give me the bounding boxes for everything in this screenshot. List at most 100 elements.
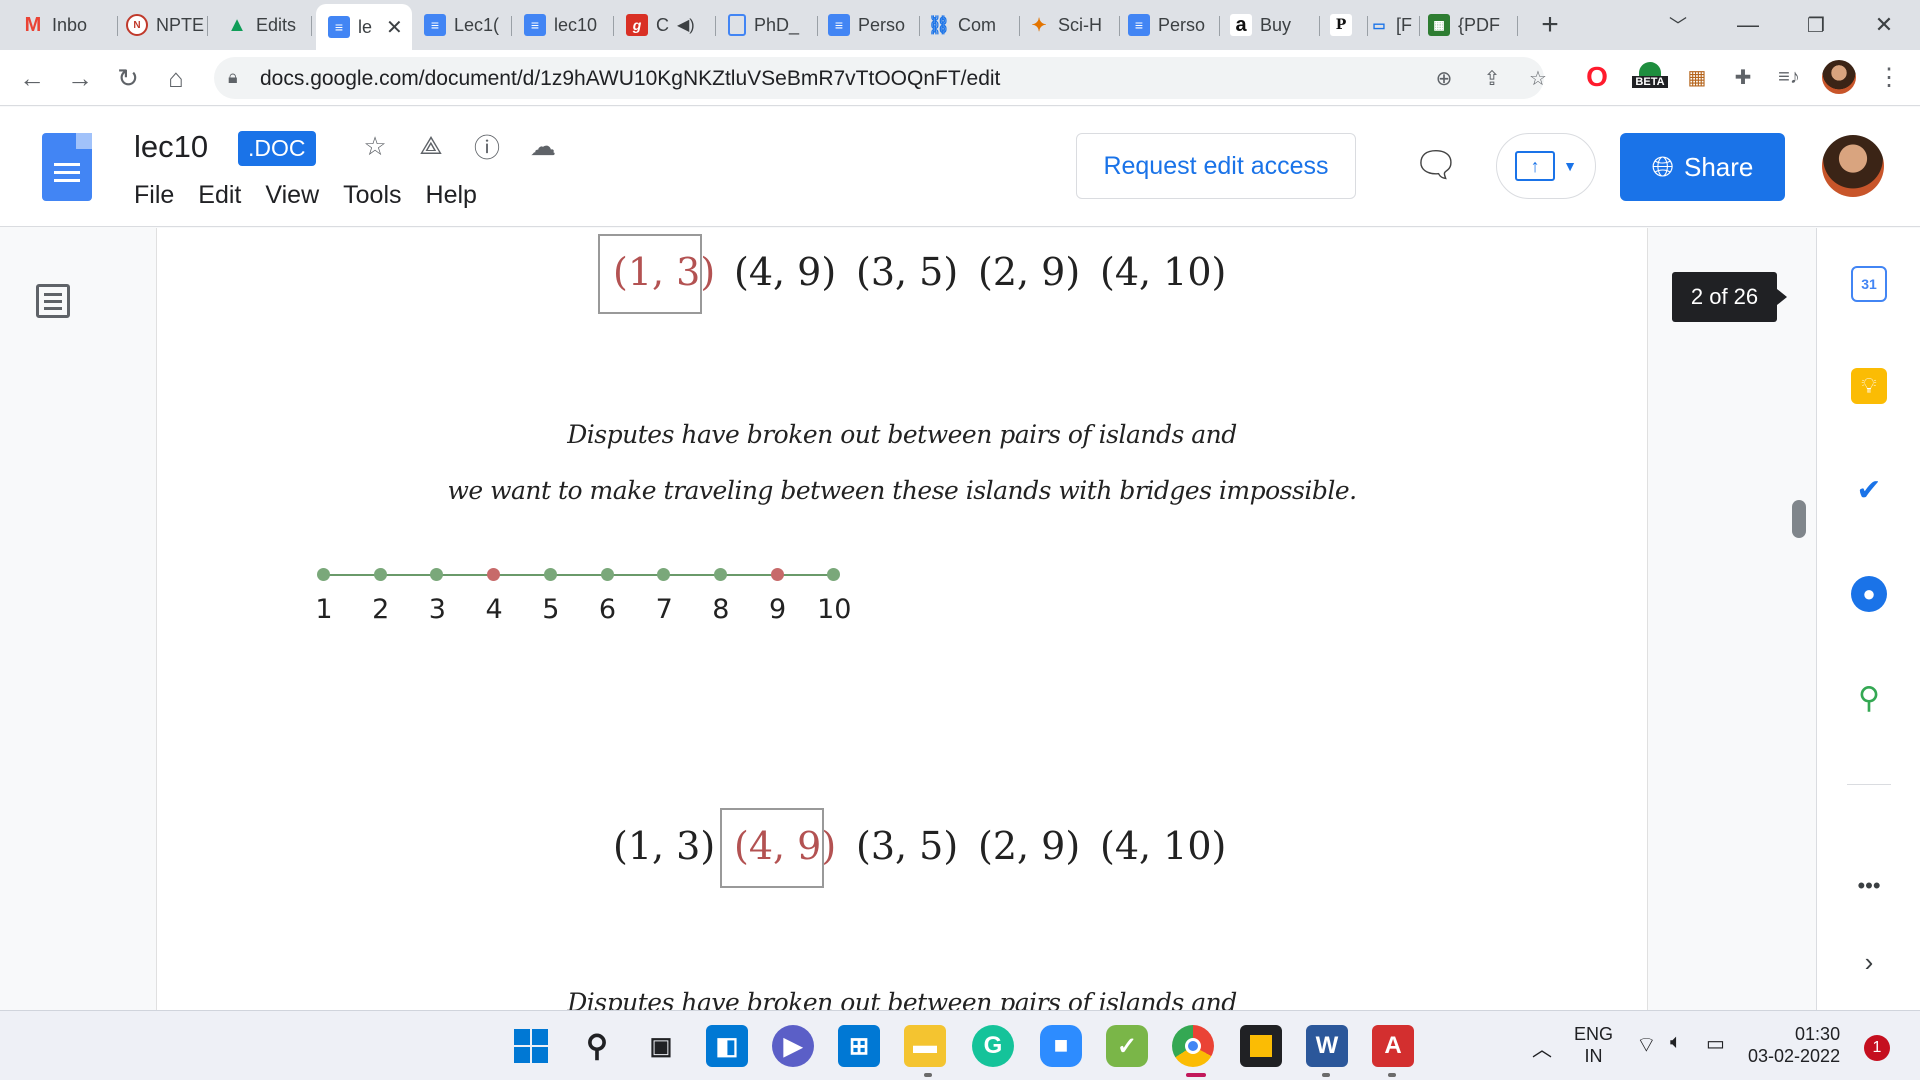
tab-doc-lec10[interactable]: ≡ lec10 — [524, 8, 614, 42]
maps-icon[interactable]: ⚲ — [1851, 680, 1887, 716]
menu-edit[interactable]: Edit — [198, 181, 241, 210]
island-label: 8 — [712, 594, 730, 625]
widgets-icon[interactable]: ◧ — [706, 1025, 748, 1067]
close-tab-icon[interactable]: ✕ — [386, 15, 403, 40]
back-icon[interactable]: ← — [14, 60, 50, 96]
zoom-icon[interactable]: ⊕ — [1432, 66, 1456, 90]
document-outline-icon[interactable] — [36, 284, 70, 318]
more-apps-icon[interactable]: ••• — [1851, 868, 1887, 904]
restore-icon[interactable]: ❐ — [1796, 8, 1836, 42]
forward-icon[interactable]: → — [62, 60, 98, 96]
tab-p[interactable]: P — [1330, 8, 1368, 42]
cloud-status-icon[interactable]: ☁ — [526, 129, 560, 163]
close-window-icon[interactable]: ✕ — [1864, 8, 1904, 42]
scrollbar-thumb[interactable] — [1792, 500, 1806, 538]
share-page-icon[interactable]: ⇪ — [1480, 66, 1504, 90]
zoom-icon[interactable]: ■ — [1040, 1025, 1082, 1067]
chevron-right-icon[interactable]: › — [1851, 944, 1887, 980]
share-button[interactable]: 🌐︎ Share — [1620, 133, 1785, 201]
teams-chat-icon[interactable]: ▶ — [772, 1025, 814, 1067]
move-to-drive-icon[interactable]: ⟁ — [414, 129, 448, 163]
profile-avatar[interactable] — [1822, 60, 1856, 94]
store-icon[interactable]: ⊞ — [838, 1025, 880, 1067]
tab-personal-doc-2[interactable]: ≡ Perso — [1128, 8, 1220, 42]
island-label: 3 — [428, 594, 446, 625]
book-icon: ▭ — [1372, 16, 1386, 33]
acrobat-icon[interactable]: A — [1372, 1025, 1414, 1067]
document-canvas: (1, 3) (4, 9) (3, 5) (2, 9) (4, 10) Disp… — [0, 228, 1816, 1010]
grammarly-icon[interactable]: G — [972, 1025, 1014, 1067]
chrome-icon[interactable] — [1172, 1025, 1214, 1067]
windows-start-icon[interactable] — [510, 1025, 552, 1067]
tab-nptel[interactable]: N NPTE — [126, 8, 208, 42]
contacts-icon[interactable]: ● — [1851, 576, 1887, 612]
tab-amazon[interactable]: a Buy — [1230, 8, 1320, 42]
island-label: 1 — [315, 594, 333, 625]
tab-search-chevron-icon[interactable]: ﹀ — [1658, 8, 1698, 42]
menu-help[interactable]: Help — [426, 181, 477, 210]
volume-icon[interactable]: 🔈︎ — [1670, 1031, 1682, 1054]
brick-extension-icon[interactable]: ▦ — [1682, 62, 1712, 92]
request-edit-access-button[interactable]: Request edit access — [1076, 133, 1356, 199]
menu-tools[interactable]: Tools — [343, 181, 401, 210]
dispute-text-line-1: Disputes have broken out between pairs o… — [567, 420, 1237, 449]
tab-drive[interactable]: ▲ Edits — [226, 8, 312, 42]
tab-g[interactable]: g C ◀) — [626, 8, 716, 42]
browser-menu-icon[interactable]: ⋮ — [1874, 62, 1904, 92]
present-button[interactable]: ↑ ▼ — [1496, 133, 1596, 199]
sticky-notes-icon[interactable] — [1240, 1025, 1282, 1067]
tab-gmail[interactable]: M Inbo — [22, 8, 118, 42]
audio-icon[interactable]: ◀) — [677, 15, 695, 35]
bookmark-star-icon[interactable]: ☆ — [1526, 66, 1550, 90]
tab-book[interactable]: ▭ [F — [1370, 8, 1420, 42]
tab-active-doc[interactable]: ≡ le ✕ — [316, 4, 412, 50]
side-panel: 31 💡︎ ✔ ● ⚲ ••• › — [1816, 228, 1920, 1010]
docs-icon: ≡ — [424, 14, 446, 36]
beta-label: BETA — [1632, 76, 1668, 88]
home-icon[interactable]: ⌂ — [158, 60, 194, 96]
wifi-icon[interactable]: ⌔ — [1636, 1031, 1657, 1059]
comment-history-icon[interactable]: 🗨︎ — [1412, 141, 1460, 189]
task-view-icon[interactable]: ▣ — [640, 1025, 682, 1067]
keep-icon[interactable]: 💡︎ — [1851, 368, 1887, 404]
star-icon[interactable]: ☆ — [358, 129, 392, 163]
tasks-icon[interactable]: ✔ — [1851, 472, 1887, 508]
opera-extension-icon[interactable]: O — [1582, 61, 1612, 92]
menu-file[interactable]: File — [134, 181, 174, 210]
input-language[interactable]: ENG IN — [1574, 1023, 1613, 1067]
minimize-icon[interactable]: — — [1728, 8, 1768, 42]
reload-icon[interactable]: ↻ — [110, 60, 146, 96]
url-text: docs.google.com/document/d/1z9hAWU10KgNK… — [260, 67, 1001, 90]
puzzle-extensions-icon[interactable]: ✚ — [1728, 62, 1758, 92]
docs-logo-icon[interactable] — [42, 133, 92, 201]
tab-scihub[interactable]: ✦ Sci-H — [1028, 8, 1120, 42]
dispute-text-line-2: we want to make traveling between these … — [447, 476, 1357, 505]
tab-personal-doc[interactable]: ≡ Perso — [828, 8, 920, 42]
tab-doc-lec1[interactable]: ≡ Lec1( — [424, 8, 512, 42]
file-explorer-icon[interactable]: ▬ — [904, 1025, 946, 1067]
tab-pdf[interactable]: ▦ {PDF — [1428, 8, 1518, 42]
battery-icon[interactable]: ▭ — [1706, 1031, 1725, 1056]
clock[interactable]: 01:30 03-02-2022 — [1748, 1023, 1840, 1067]
island-node — [487, 568, 501, 581]
amazon-icon: a — [1230, 14, 1252, 36]
calendar-icon[interactable]: 31 — [1851, 266, 1887, 302]
tab-com[interactable]: ⛓ Com — [928, 8, 1020, 42]
tab-phd[interactable]: PhD_ — [728, 8, 818, 42]
search-icon[interactable]: ⚲ — [576, 1025, 618, 1067]
info-icon[interactable]: ⓘ — [470, 129, 504, 163]
tab-label: Sci-H — [1058, 14, 1102, 35]
new-tab-button[interactable]: + — [1530, 8, 1570, 42]
pair-item: (2, 9) — [978, 824, 1081, 868]
evernote-like-icon[interactable]: ✓ — [1106, 1025, 1148, 1067]
address-bar[interactable]: 🔒︎ docs.google.com/document/d/1z9hAWU10K… — [214, 57, 1547, 99]
tray-overflow-icon[interactable]: ︿ — [1532, 1033, 1552, 1062]
menu-view[interactable]: View — [265, 181, 319, 210]
beta-extension-icon[interactable]: BETA — [1630, 60, 1670, 90]
clock-date: 03-02-2022 — [1748, 1046, 1841, 1066]
doc-title[interactable]: lec10 — [134, 129, 208, 165]
notification-badge[interactable]: 1 — [1864, 1035, 1890, 1061]
word-icon[interactable]: W — [1306, 1025, 1348, 1067]
media-queue-icon[interactable]: ≡♪ — [1774, 62, 1804, 92]
account-avatar[interactable] — [1822, 135, 1884, 197]
